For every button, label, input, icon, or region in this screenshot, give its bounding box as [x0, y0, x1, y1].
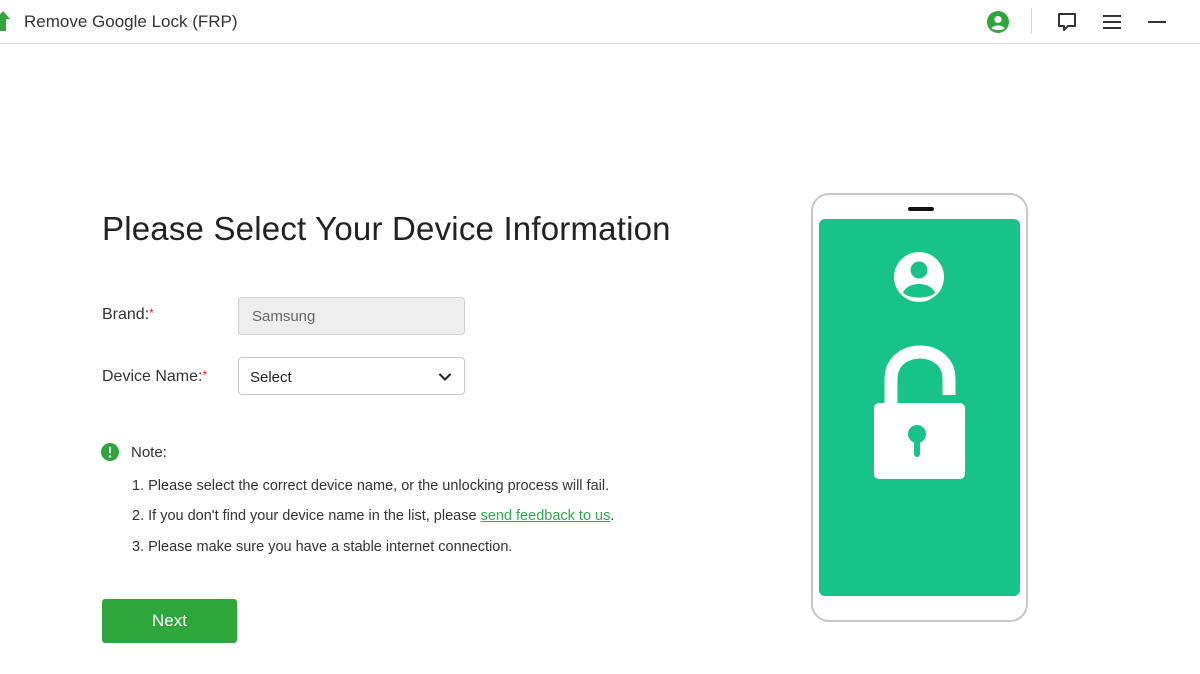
title-bar: Remove Google Lock (FRP) [0, 0, 1200, 44]
app-logo-icon [0, 11, 10, 31]
note-line-1: 1. Please select the correct device name… [132, 478, 610, 494]
menu-icon[interactable] [1098, 8, 1126, 36]
required-mark: * [202, 368, 208, 382]
phone-screen [819, 219, 1020, 596]
info-icon [101, 443, 119, 461]
note-line-2-prefix: 2. If you don't find your device name in… [132, 508, 481, 524]
unlock-graphic [874, 252, 965, 479]
chevron-down-icon [439, 373, 451, 381]
device-name-selected-value: Select [250, 369, 292, 386]
toolbar-separator [1031, 8, 1032, 34]
account-icon[interactable] [984, 8, 1012, 36]
user-icon [894, 252, 944, 302]
required-mark: * [149, 306, 154, 320]
device-name-label-text: Device Name: [102, 368, 203, 385]
brand-label-text: Brand: [102, 306, 150, 323]
window-title: Remove Google Lock (FRP) [24, 12, 238, 31]
unlocked-padlock-icon [874, 345, 965, 479]
device-name-label: Device Name:* [102, 368, 207, 386]
feedback-icon[interactable] [1053, 8, 1081, 36]
brand-field[interactable] [238, 297, 465, 335]
brand-label: Brand:* [102, 306, 154, 324]
phone-speaker [908, 207, 934, 211]
next-button[interactable]: Next [102, 599, 237, 643]
note-line-2: 2. If you don't find your device name in… [132, 508, 614, 524]
page-title: Please Select Your Device Information [102, 210, 671, 247]
send-feedback-link[interactable]: send feedback to us [481, 508, 611, 524]
phone-illustration [811, 193, 1028, 622]
minimize-icon[interactable] [1143, 8, 1171, 36]
device-name-select[interactable]: Select [238, 357, 465, 395]
note-line-2-suffix: . [610, 508, 615, 524]
note-line-3: 3. Please make sure you have a stable in… [132, 539, 513, 555]
note-title: Note: [131, 444, 167, 461]
